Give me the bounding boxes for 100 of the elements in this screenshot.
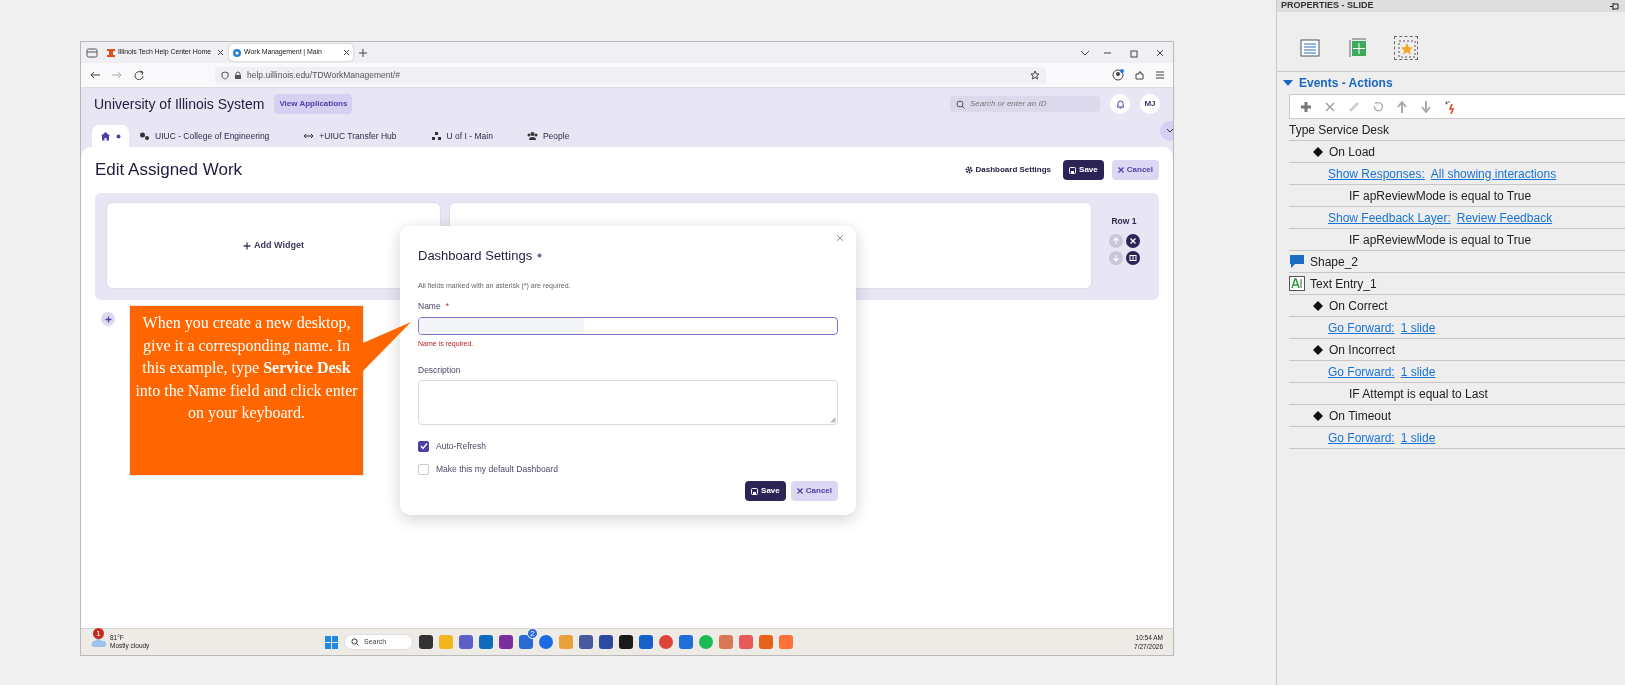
action-link[interactable]: Go Forward: (1328, 428, 1395, 447)
diamond-icon (1313, 146, 1323, 157)
shield-icon (221, 70, 229, 80)
account-icon[interactable] (1112, 69, 1124, 81)
target-link[interactable]: Review Feedback (1456, 208, 1553, 227)
close-icon[interactable] (343, 49, 350, 56)
cancel-button[interactable]: Cancel (790, 481, 838, 501)
add-row-button[interactable] (101, 312, 115, 326)
checkbox[interactable] (418, 440, 429, 452)
description-field[interactable] (418, 380, 838, 425)
notifications-button[interactable] (1110, 94, 1130, 114)
home-tab[interactable] (92, 125, 129, 147)
close-icon (1128, 236, 1137, 245)
section-title: Events - Actions (1299, 75, 1393, 92)
taskbar-app-icon[interactable] (619, 635, 633, 649)
columns-button[interactable] (1125, 250, 1140, 265)
arrow-up-icon[interactable] (1395, 99, 1409, 114)
extensions-icon[interactable] (1134, 69, 1145, 81)
start-icon[interactable] (325, 635, 338, 649)
forward-icon[interactable] (111, 70, 123, 80)
nav-tab[interactable]: +UIUC Transfer Hub (295, 125, 405, 147)
nav-tab[interactable]: UIUC - College of Engineering (131, 125, 278, 147)
arrow-down-icon[interactable] (1419, 99, 1433, 114)
action-link[interactable]: Show Responses: (1328, 164, 1425, 183)
search-field[interactable]: Search or enter an ID (950, 96, 1100, 112)
dot-icon (116, 133, 121, 139)
undo-icon[interactable] (1371, 99, 1385, 114)
sparkle-icon[interactable] (1443, 99, 1457, 114)
speech-bubble-icon (1289, 254, 1305, 269)
add-widget-button[interactable]: Add Widget (237, 237, 310, 254)
move-icon (1347, 37, 1369, 59)
star-icon[interactable] (1030, 70, 1040, 80)
user-avatar[interactable]: MJ (1140, 94, 1160, 114)
back-icon[interactable] (89, 70, 101, 80)
globe-icon (232, 47, 242, 58)
name-field[interactable] (418, 316, 838, 336)
address-bar[interactable]: help.uillinois.edu/TDWorkManagement/# (215, 66, 1046, 84)
taskbar-app-icon[interactable] (699, 635, 713, 649)
event-label[interactable]: On Timeout (1329, 406, 1392, 425)
taskbar-app-icon[interactable] (659, 635, 673, 649)
checkbox-label: Auto-Refresh (436, 439, 487, 453)
callout-text: When you create a new desktop, give it a corresponding name. In this example, type Service Desk into the Name field and click enter on your keyboard. (129, 305, 364, 476)
condition-text: IF apReviewMode is equal to True (1349, 231, 1532, 249)
taskbar-app-icon[interactable] (499, 635, 513, 649)
site-title: University of Illinois System (94, 94, 265, 114)
object-label[interactable]: Text Entry_1 (1310, 274, 1377, 293)
row-label: Row 1 (1111, 215, 1137, 228)
target-link[interactable]: 1 slide (1400, 318, 1436, 337)
cancel-button[interactable]: Cancel (1111, 160, 1159, 180)
view-tab[interactable] (1299, 37, 1321, 59)
diamond-icon (1313, 344, 1323, 355)
expand-icon[interactable] (1283, 79, 1293, 87)
hierarchy-icon (430, 131, 442, 141)
gears-icon (139, 131, 150, 141)
action-link[interactable]: Go Forward: (1328, 318, 1395, 337)
nav-tab[interactable]: U of I - Main (422, 125, 501, 147)
save-button[interactable]: Save (745, 481, 786, 501)
add-icon[interactable] (1299, 99, 1313, 114)
event-label[interactable]: On Correct (1329, 296, 1388, 315)
action-link[interactable]: Go Forward: (1328, 362, 1395, 381)
close-button[interactable] (836, 234, 846, 244)
view-tab[interactable] (1347, 37, 1369, 59)
gear-icon (964, 166, 973, 174)
taskbar-app-icon[interactable] (579, 635, 593, 649)
notification-badge: 2 (527, 628, 538, 639)
people-icon (526, 131, 538, 141)
action-link[interactable]: Show Feedback Layer: (1328, 208, 1451, 227)
dashboard-settings-button[interactable]: Dashboard Settings (960, 164, 1056, 176)
pin-icon[interactable] (1609, 1, 1619, 11)
save-button[interactable]: Save (1063, 160, 1104, 180)
taskbar-app-icon[interactable] (599, 635, 613, 649)
view-tab[interactable] (1395, 37, 1417, 59)
plus-icon (104, 315, 112, 323)
target-link[interactable]: 1 slide (1400, 428, 1436, 447)
columns-icon (1128, 253, 1137, 262)
taskbar-app-icon[interactable] (459, 635, 473, 649)
reload-icon[interactable] (133, 70, 145, 80)
taskbar-app-icon[interactable] (479, 635, 493, 649)
taskbar-app-icon[interactable] (519, 635, 533, 649)
chevron-down-icon (1166, 128, 1173, 134)
plus-icon (243, 241, 252, 250)
search-icon (351, 638, 359, 646)
diamond-icon (1313, 300, 1323, 311)
condition-text: IF apReviewMode is equal to True (1349, 187, 1532, 205)
nav-tab[interactable]: People (518, 125, 578, 147)
taskbar-app-icon[interactable] (419, 635, 433, 649)
object-label[interactable]: Shape_2 (1310, 252, 1359, 271)
event-label[interactable]: On Load (1329, 142, 1376, 161)
object-label[interactable]: Type Service Desk (1289, 120, 1390, 139)
menu-icon[interactable] (1155, 70, 1165, 80)
taskbar-app-icon[interactable] (679, 635, 693, 649)
target-link[interactable]: All showing interactions (1430, 164, 1557, 183)
event-label[interactable]: On Incorrect (1329, 340, 1396, 359)
target-link[interactable]: 1 slide (1400, 362, 1436, 381)
close-icon[interactable] (217, 49, 224, 56)
view-applications-button[interactable]: View Applications (274, 94, 353, 114)
taskbar-app-icon[interactable] (639, 635, 653, 649)
remove-row-button[interactable] (1125, 233, 1140, 248)
pencil-icon[interactable] (1347, 99, 1361, 114)
taskbar-app-icon[interactable] (539, 635, 553, 649)
